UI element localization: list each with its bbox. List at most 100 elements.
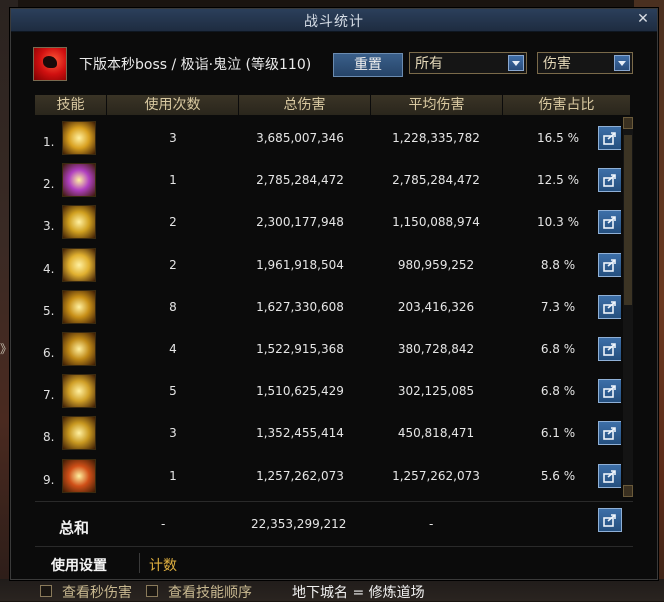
share-icon [603,514,616,527]
share-icon [603,258,616,272]
share-button[interactable] [598,126,621,150]
use-count: 2 [169,257,177,272]
skill-icon [62,163,96,198]
view-second-damage-checkbox[interactable] [40,585,52,597]
use-count: 3 [169,131,177,145]
filter-select[interactable]: 所有 [409,52,527,74]
share-button[interactable] [598,294,621,319]
total-damage: 22,353,299,212 [251,517,347,531]
average-damage: 1,257,262,073 [392,468,480,483]
share-button[interactable] [598,168,621,193]
damage-percent: 10.3 % [537,215,579,230]
tab-usage-settings[interactable]: 使用设置 [51,555,107,575]
total-damage: 2,300,177,948 [256,215,344,230]
scroll-thumb[interactable] [624,135,632,305]
use-count: 2 [169,215,177,230]
scroll-down-button[interactable] [623,485,633,497]
total-damage: 3,685,007,346 [256,131,344,145]
total-damage: 1,352,455,414 [256,426,344,441]
chevron-down-icon[interactable] [614,55,630,71]
column-header-count[interactable]: 使用次数 [107,95,239,115]
boss-avatar-icon [33,47,67,81]
column-header-avg[interactable]: 平均伤害 [371,95,503,115]
metric-select[interactable]: 伤害 [537,52,633,74]
row-rank: 9. [43,472,55,487]
damage-percent: 12.5 % [537,173,579,188]
table-row: 1. 3 3,685,007,346 1,228,335,782 16.5 % [35,117,621,159]
share-icon [603,343,616,356]
table-row: 5. 8 1,627,330,608 203,416,326 7.3 % [35,286,621,328]
skill-icon [62,121,96,155]
average-damage: 2,785,284,472 [392,173,480,188]
divider [139,553,140,573]
share-icon [603,427,616,441]
tab-count[interactable]: 计数 [149,555,177,575]
table-row: 7. 5 1,510,625,429 302,125,085 6.8 % [35,370,621,412]
reset-button[interactable]: 重置 [333,53,403,77]
table-row: 2. 1 2,785,284,472 2,785,284,472 12.5 % [35,159,621,201]
scrollbar[interactable] [623,117,633,497]
use-count: 4 [169,342,177,356]
skill-icon [62,458,96,493]
table-row: 8. 3 1,352,455,414 450,818,471 6.1 % [35,412,621,454]
average-damage: 380,728,842 [397,342,475,356]
share-icon [603,469,616,483]
chevron-down-icon[interactable] [508,55,524,71]
total-avg: - [429,517,434,531]
average-damage: 980,959,252 [397,257,475,272]
table-row: 3. 2 2,300,177,948 1,150,088,974 10.3 % [35,201,621,243]
use-count: 1 [169,468,177,483]
table-header: 技能 使用次数 总伤害 平均伤害 伤害占比 [35,95,631,115]
share-total-button[interactable] [598,508,622,532]
metric-select-value: 伤害 [543,56,571,72]
row-rank: 4. [43,261,55,276]
share-button[interactable] [598,421,621,446]
column-header-pct[interactable]: 伤害占比 [503,95,631,115]
table-row: 6. 4 1,522,915,368 380,728,842 6.8 % [35,328,621,370]
total-label: 总和 [59,519,90,537]
damage-percent: 16.5 % [537,131,579,145]
title-bar[interactable]: 战斗统计 ✕ [11,9,657,32]
use-count: 1 [169,173,177,188]
damage-percent: 8.8 % [540,257,576,272]
dungeon-name: 地下城名 = 修炼道场 [292,585,425,601]
total-damage: 1,627,330,608 [256,299,344,314]
average-damage: 450,818,471 [397,426,475,441]
damage-percent: 7.3 % [540,299,576,314]
total-damage: 1,522,915,368 [256,342,344,356]
row-rank: 5. [43,303,55,318]
view-skill-order-label[interactable]: 查看技能顺序 [168,582,252,602]
share-button[interactable] [598,252,621,277]
skill-icon [62,416,96,451]
row-rank: 8. [43,430,55,445]
skill-icon [62,332,96,366]
average-damage: 1,150,088,974 [392,215,480,230]
share-button[interactable] [598,210,621,235]
damage-percent: 6.8 % [540,342,576,356]
share-button[interactable] [598,337,621,361]
skill-icon [62,205,96,240]
view-skill-order-checkbox[interactable] [146,585,158,597]
close-button[interactable]: ✕ [635,11,651,27]
row-rank: 6. [43,346,55,360]
share-button[interactable] [598,463,621,488]
column-header-skill[interactable]: 技能 [35,95,107,115]
column-header-total[interactable]: 总伤害 [239,95,371,115]
damage-percent: 6.1 % [540,426,576,441]
use-count: 8 [169,299,177,314]
total-damage: 1,257,262,073 [256,468,344,483]
table-row: 9. 1 1,257,262,073 1,257,262,073 5.6 % [35,455,621,497]
total-count: - [161,517,166,531]
share-icon [603,174,616,187]
share-icon [603,216,616,230]
total-damage: 1,961,918,504 [256,257,344,272]
view-second-damage-label[interactable]: 查看秒伤害 [62,582,132,602]
skill-icon [62,247,96,282]
row-rank: 2. [43,177,55,192]
window-title: 战斗统计 [304,14,364,30]
share-button[interactable] [598,379,621,404]
damage-percent: 6.8 % [540,384,576,399]
total-damage: 2,785,284,472 [256,173,344,188]
scroll-up-button[interactable] [623,117,633,129]
share-icon [603,132,616,145]
